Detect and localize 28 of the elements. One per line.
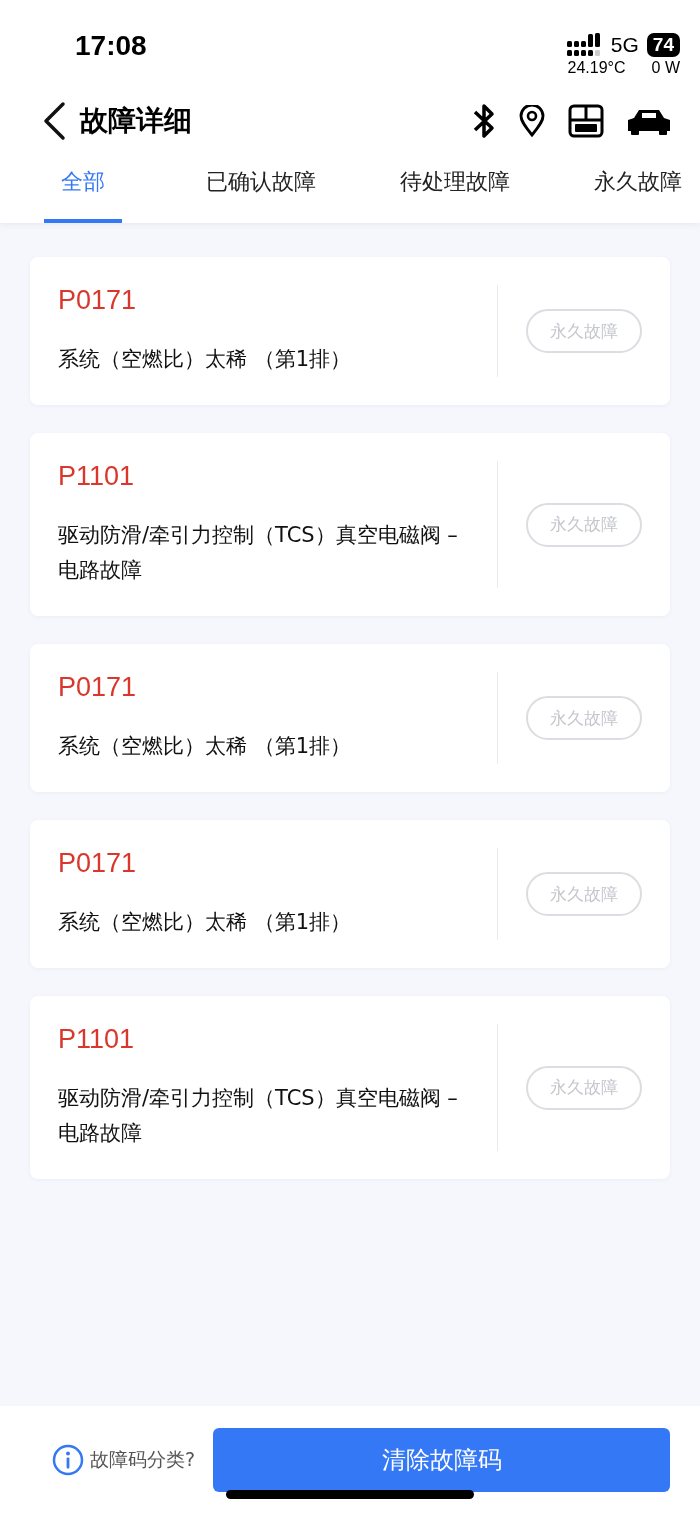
page-title: 故障详细 <box>80 103 193 139</box>
fault-description: 系统（空燃比）太稀 （第1排） <box>58 909 353 936</box>
filter-tab[interactable]: 全部 <box>44 157 122 223</box>
fault-code: P1101 <box>58 461 136 492</box>
power-label: 0 W <box>651 59 680 77</box>
fault-description: 系统（空燃比）太稀 （第1排） <box>58 733 353 760</box>
help-link[interactable]: 故障码分类? <box>52 1444 196 1476</box>
fault-description: 驱动防滑/牵引力控制（TCS）真空电磁阀 – 电路故障 <box>58 522 459 584</box>
filter-tab[interactable]: 永久故障 <box>594 157 682 223</box>
info-icon <box>52 1444 84 1476</box>
filter-tab[interactable]: 已确认故障 <box>206 157 316 223</box>
back-icon[interactable] <box>42 101 66 141</box>
network-label: 5G <box>610 33 639 57</box>
signal-icon <box>566 33 603 57</box>
filter-tab[interactable]: 待处理故障 <box>400 157 510 223</box>
fault-code: P0171 <box>58 285 138 316</box>
battery-level: 74 <box>646 33 680 57</box>
temperature-label: 24.19°C <box>567 59 626 77</box>
fault-code: P0171 <box>58 848 138 879</box>
clear-codes-button[interactable]: 清除故障码 <box>213 1428 670 1492</box>
fault-description: 系统（空燃比）太稀 （第1排） <box>58 346 353 373</box>
bluetooth-icon[interactable] <box>472 103 496 139</box>
status-time: 17:08 <box>75 30 147 63</box>
fault-code: P0171 <box>58 672 138 703</box>
location-pin-icon[interactable] <box>518 105 546 137</box>
fault-description: 驱动防滑/牵引力控制（TCS）真空电磁阀 – 电路故障 <box>58 1085 459 1147</box>
fault-code: P1101 <box>58 1024 136 1055</box>
obd-connector-icon[interactable] <box>568 104 604 138</box>
